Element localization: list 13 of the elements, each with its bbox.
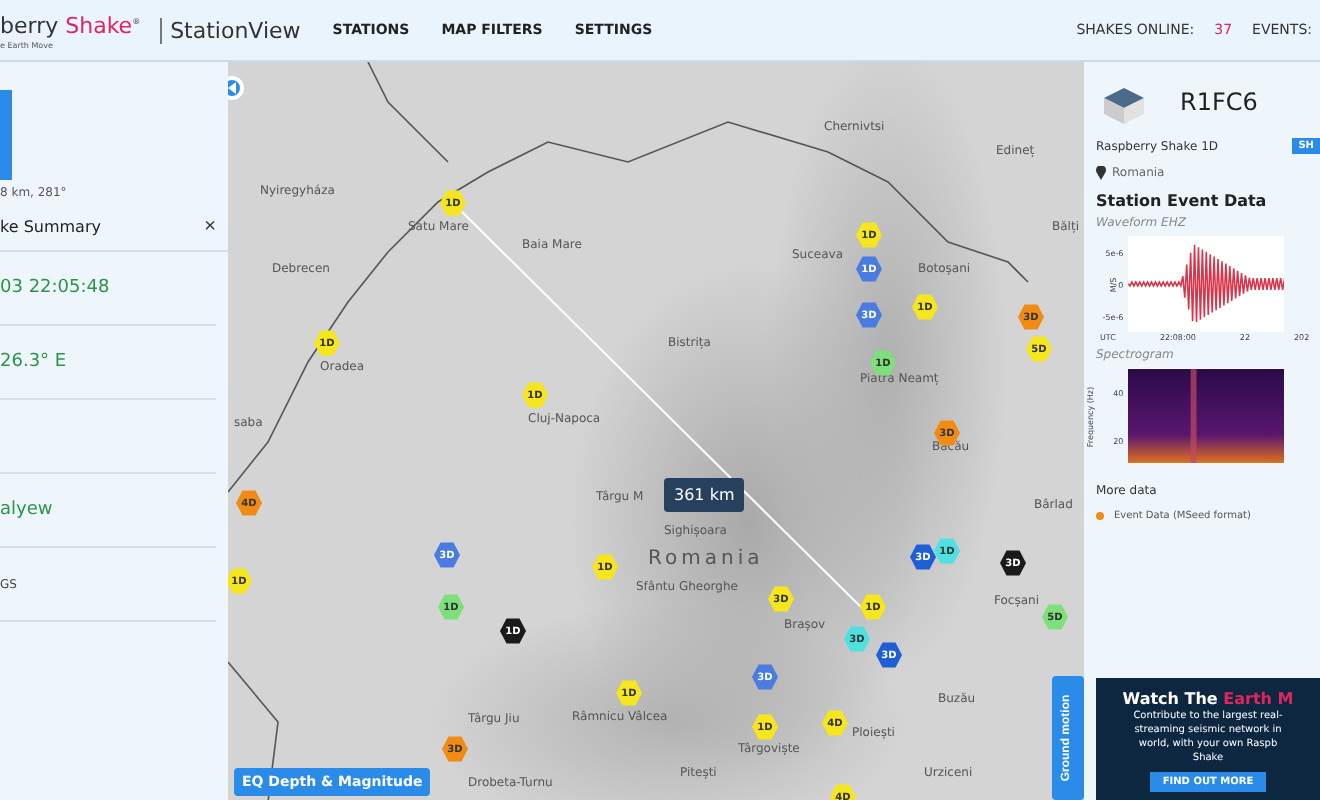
distance-label: 361 km bbox=[664, 478, 745, 512]
city-label: Romania bbox=[648, 548, 764, 570]
summary-value: 26.3° E bbox=[0, 352, 67, 372]
location-pin-icon bbox=[1096, 166, 1106, 180]
station-code: R1FC6 bbox=[1180, 88, 1258, 116]
summary-value: 03 22:05:48 bbox=[0, 278, 110, 298]
close-button[interactable]: × bbox=[204, 216, 216, 238]
promo-title: Watch The Earth M bbox=[1122, 690, 1294, 708]
section-title: Station Event Data bbox=[1096, 192, 1269, 210]
app-name: StationView bbox=[160, 17, 301, 43]
bullet-icon bbox=[1096, 512, 1104, 520]
summary-value: alyew bbox=[0, 500, 53, 520]
summary-title: ke Summary bbox=[0, 218, 101, 236]
